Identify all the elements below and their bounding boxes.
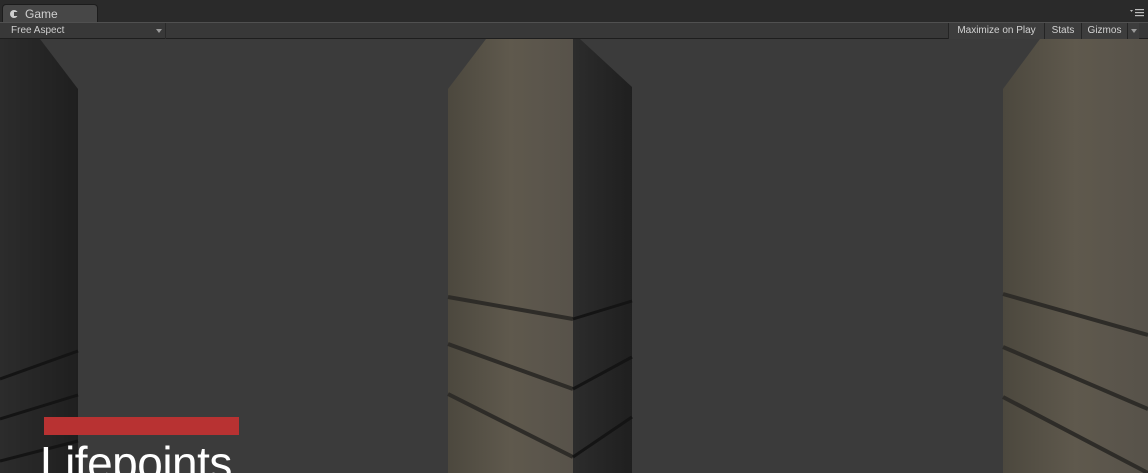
aspect-dropdown-value: Free Aspect (11, 25, 65, 36)
panel-menu-icon[interactable] (1130, 7, 1144, 17)
tab-strip: Game (0, 0, 1148, 23)
maximize-on-play-button[interactable]: Maximize on Play (948, 23, 1044, 39)
tab-game[interactable]: Game (2, 4, 98, 22)
chevron-down-icon (1131, 29, 1137, 33)
center-pillar (447, 39, 633, 473)
aspect-dropdown[interactable]: Free Aspect (2, 23, 166, 39)
game-viewport[interactable]: Lifepoints (0, 39, 1148, 473)
chevron-down-icon (156, 29, 162, 33)
game-toolbar: Free Aspect Maximize on Play Stats Gizmo… (0, 22, 1148, 39)
lifepoints-label: Lifepoints (40, 437, 232, 473)
stats-button[interactable]: Stats (1044, 23, 1081, 39)
tab-game-label: Game (25, 7, 58, 21)
right-pillar (1002, 39, 1148, 473)
scene-render (0, 39, 1148, 473)
health-bar-fill (44, 417, 239, 435)
gizmos-dropdown-button[interactable] (1127, 23, 1139, 39)
gizmos-button[interactable]: Gizmos (1081, 23, 1127, 39)
left-wall (0, 39, 79, 473)
unity-game-icon (10, 10, 19, 18)
health-bar (44, 417, 239, 435)
